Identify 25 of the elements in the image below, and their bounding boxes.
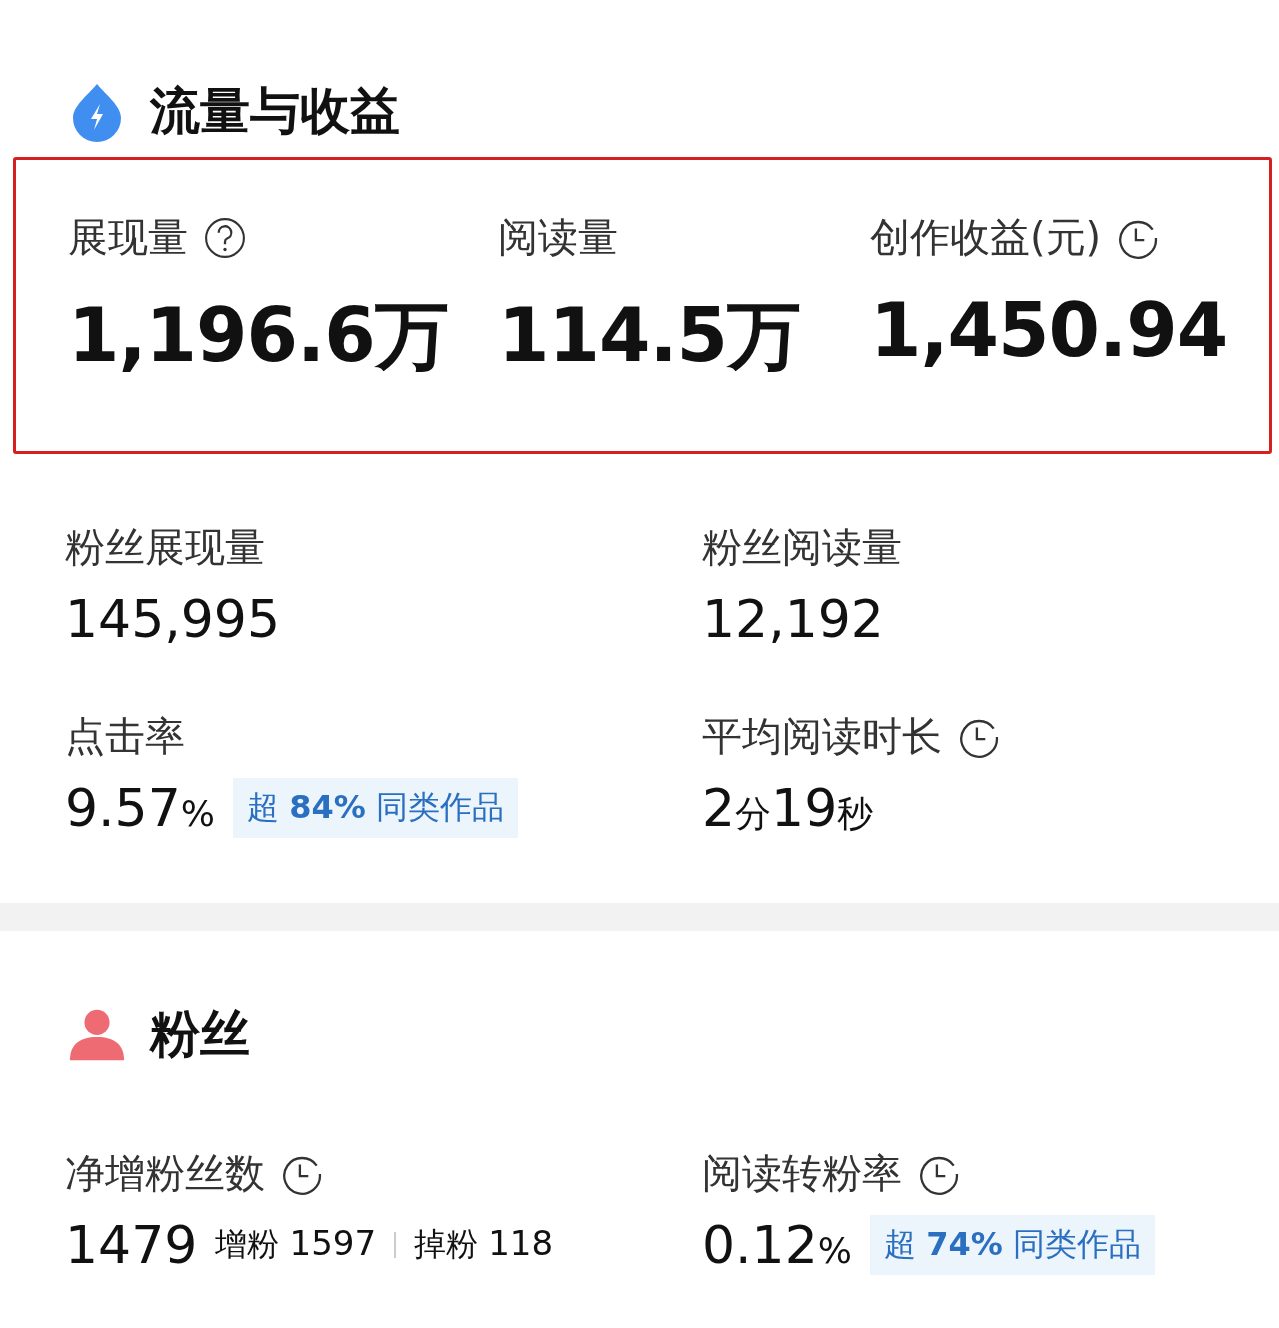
metric-label: 展现量: [68, 213, 188, 262]
metric-value: 1,450.94: [870, 287, 1229, 373]
metric-value: 145,995: [65, 589, 281, 649]
metric-label: 创作收益(元): [870, 213, 1102, 262]
metric-label: 阅读转粉率: [702, 1149, 902, 1198]
rank-badge: 超 84% 同类作品: [233, 778, 518, 838]
section-title: 粉丝: [150, 1004, 250, 1065]
metric-label: 粉丝阅读量: [702, 523, 902, 572]
metric-value: 9.57%: [65, 778, 215, 838]
metric-value: 1479: [65, 1215, 198, 1275]
metric-label: 净增粉丝数: [65, 1149, 265, 1198]
metric-value: 1,196.6万: [68, 291, 449, 380]
fan-change: 掉粉 118: [414, 1223, 554, 1265]
metric-label: 点击率: [65, 712, 185, 761]
metric-label: 阅读量: [498, 213, 618, 262]
metric-label: 平均阅读时长: [702, 712, 942, 761]
fan-change: 增粉 1597: [215, 1223, 377, 1265]
section-title: 流量与收益: [150, 81, 400, 142]
help-icon: [204, 216, 246, 259]
metric-value: 2分19秒: [702, 778, 874, 839]
metric-value: 0.12%: [702, 1215, 852, 1275]
metric-value: 114.5万: [498, 291, 802, 380]
metric-value: 12,192: [702, 589, 884, 649]
metric-label: 粉丝展现量: [65, 523, 265, 572]
rank-badge: 超 74% 同类作品: [870, 1215, 1155, 1275]
